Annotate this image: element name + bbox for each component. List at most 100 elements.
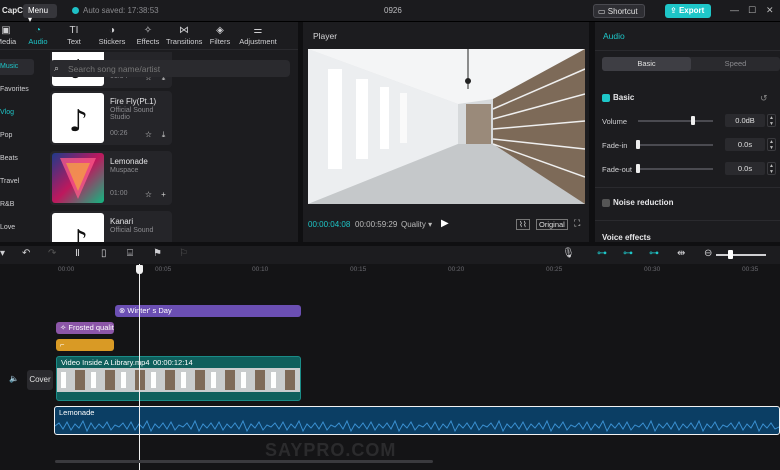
tick-label: 00:15 (350, 266, 367, 273)
fadein-slider-handle[interactable] (636, 140, 640, 149)
play-icon[interactable]: ▶ (441, 218, 449, 229)
song-card[interactable]: ♪ Fire Fly(Pt.1) Official Sound Studio 0… (50, 91, 172, 145)
close-icon[interactable]: ✕ (766, 5, 774, 16)
tab-speed[interactable]: Speed (691, 57, 780, 71)
tab-effects[interactable]: ✧ Effects (134, 24, 162, 46)
sticker-clip[interactable]: ⌐ (56, 339, 114, 351)
tiktok-logo-icon: ♪ (69, 224, 88, 242)
minimize-icon[interactable]: — (730, 5, 739, 15)
timeline-scrollbar[interactable] (55, 460, 433, 463)
song-card[interactable]: Lemonade Muspace 01:00 ☆ + (50, 151, 172, 205)
search-input[interactable] (50, 60, 290, 77)
download-icon[interactable]: ⤓ (158, 129, 169, 140)
cover-button[interactable]: Cover (27, 370, 53, 390)
basic-checkbox[interactable] (602, 94, 610, 102)
tab-filters[interactable]: ◈ Filters (206, 24, 234, 46)
tab-adjustment-label: Adjustment (239, 37, 277, 46)
audio-clip[interactable]: Lemonade (54, 406, 780, 435)
sidebar-item-vlog[interactable]: Vlog (0, 105, 34, 121)
waveform-toggle-icon[interactable]: ⌇⌇ (516, 219, 530, 230)
fadeout-slider[interactable] (638, 168, 713, 170)
total-time: 00:00:59:29 (355, 220, 398, 229)
export-button[interactable]: ⇪ Export (665, 4, 711, 18)
tab-transitions[interactable]: ⋈ Transitions (166, 24, 202, 46)
tab-text[interactable]: TI Text (60, 24, 88, 46)
tab-basic[interactable]: Basic (602, 57, 691, 71)
menu-button[interactable]: Menu ▾ (23, 4, 57, 24)
song-title: Fire Fly(Pt.1) (110, 97, 157, 106)
volume-slider[interactable] (638, 120, 713, 122)
divider (595, 50, 780, 51)
fadeout-stepper[interactable]: ▲ ▼ (767, 162, 776, 175)
volume-slider-handle[interactable] (691, 116, 695, 125)
timeline-ruler[interactable]: 00:00 00:05 00:10 00:15 00:20 00:25 00:3… (0, 264, 780, 276)
sidebar-item-travel[interactable]: Travel (0, 174, 34, 190)
preview-axis-icon[interactable]: ⇹ (677, 248, 685, 259)
mute-track-icon[interactable]: 🔈 (9, 374, 19, 383)
volume-stepper[interactable]: ▲ ▼ (767, 114, 776, 127)
tab-media[interactable]: ▣Media (0, 24, 20, 46)
song-title: Lemonade (110, 157, 148, 166)
sidebar-item-music[interactable]: Music (0, 59, 34, 75)
freeze-icon[interactable]: ⌸ (127, 248, 133, 259)
marker-icon[interactable]: ⚑ (153, 248, 162, 259)
select-tool-icon[interactable]: ▾ (0, 248, 5, 259)
favorite-star-icon[interactable]: ☆ (143, 189, 154, 200)
text-clip[interactable]: ⊗ Winter' s Day (115, 305, 301, 317)
tab-audio[interactable]: ◔ Audio (24, 24, 52, 46)
main-track-magnet-icon[interactable]: ⊶ (597, 248, 607, 259)
fadein-value[interactable]: 0.0s (725, 138, 765, 151)
video-clip[interactable]: Video Inside A Library.mp4 00:00:12:14 (56, 356, 301, 401)
redo-icon[interactable]: ↷ (48, 248, 56, 259)
reset-icon[interactable]: ↺ (760, 93, 768, 104)
volume-value[interactable]: 0.0dB (725, 114, 765, 127)
fadein-slider[interactable] (638, 144, 713, 146)
zoom-slider-handle[interactable] (728, 250, 733, 259)
favorite-star-icon[interactable]: ☆ (143, 129, 154, 140)
sidebar-item-beats[interactable]: Beats (0, 151, 34, 167)
quality-dropdown[interactable]: Quality ▾ (401, 220, 432, 229)
fadein-stepper[interactable]: ▲ ▼ (767, 138, 776, 151)
video-clip-duration: 00:00:12:14 (153, 358, 193, 367)
fullscreen-icon[interactable]: ⛶ (574, 218, 580, 229)
tab-adjustment[interactable]: ⚌ Adjustment (238, 24, 278, 46)
audio-inspector: Audio Basic Speed Basic ↺ Volume 0.0dB ▲… (595, 22, 780, 242)
tick-label: 00:20 (448, 266, 465, 273)
shortcut-button[interactable]: ▭ Shortcut (593, 4, 645, 18)
split-icon[interactable]: Ⅱ (75, 248, 80, 259)
fadeout-value[interactable]: 0.0s (725, 162, 765, 175)
sidebar-item-favorites[interactable]: Favorites (0, 82, 34, 98)
marker-dim-icon[interactable]: ⚐ (179, 248, 188, 259)
playhead-handle[interactable] (136, 265, 143, 274)
song-card[interactable]: ♪ Kanari Official Sound (50, 211, 172, 242)
undo-icon[interactable]: ↶ (22, 248, 30, 259)
song-artist: Official Sound Studio (110, 107, 154, 121)
sidebar-item-love[interactable]: Love (0, 220, 34, 236)
timeline-toolbar: ▾ ↶ ↷ Ⅱ ▯ ⌸ ⚑ ⚐ 🎙 ⊶ ⊶ ⊶ ⇹ ⊖ (0, 246, 780, 264)
auto-snap-icon[interactable]: ⊶ (623, 248, 633, 259)
tab-stickers[interactable]: ◑ Stickers (96, 24, 128, 46)
video-preview[interactable] (308, 49, 585, 204)
playhead[interactable] (139, 264, 140, 470)
sidebar-item-rnb[interactable]: R&B (0, 197, 34, 213)
media-icon: ▣ (1, 25, 11, 36)
delete-icon[interactable]: ▯ (101, 248, 107, 259)
zoom-out-icon[interactable]: ⊖ (704, 248, 712, 259)
aspect-ratio-button[interactable]: Original (536, 219, 568, 230)
microphone-icon[interactable]: 🎙 (562, 248, 575, 259)
maximize-icon[interactable]: ☐ (748, 5, 756, 16)
song-artist: Muspace (110, 167, 139, 174)
sidebar-item-pop[interactable]: Pop (0, 128, 34, 144)
linkage-icon[interactable]: ⊶ (649, 248, 659, 259)
current-time: 00:00:04:08 (308, 220, 351, 229)
zoom-slider[interactable] (716, 254, 766, 256)
video-clip-name: Video Inside A Library.mp4 (61, 358, 150, 367)
lemonade-cover-art (60, 158, 96, 199)
fadeout-slider-handle[interactable] (636, 164, 640, 173)
noise-reduction-checkbox[interactable] (602, 199, 610, 207)
add-icon[interactable]: + (158, 189, 169, 200)
song-thumbnail: ♪ (52, 213, 104, 242)
tab-text-label: Text (67, 37, 81, 46)
effect-clip[interactable]: ✧ Frosted quality (56, 322, 114, 334)
song-list: ♪ 01:54 ☆ ⤓ ⌕ ♪ Fire Fly(Pt.1) Official … (42, 52, 298, 242)
